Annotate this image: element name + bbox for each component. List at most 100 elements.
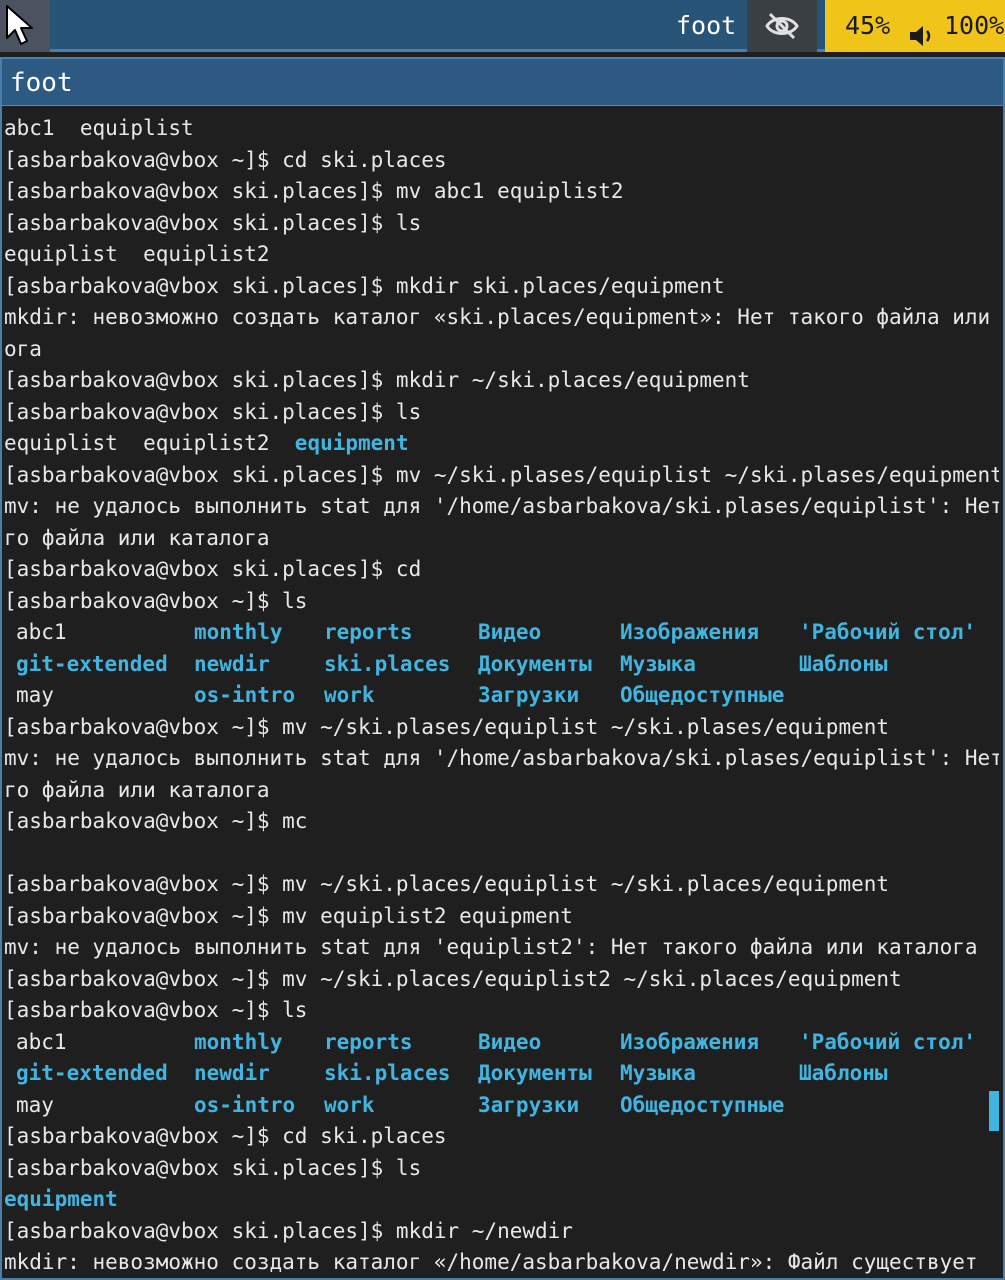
directory-entry: Общедоступные <box>620 1092 785 1117</box>
terminal-line: [asbarbakova@vbox ~]$ cd ski.places <box>4 145 999 177</box>
terminal-window[interactable]: foot abc1 equiplist [asbarbakova@vbox ~]$… <box>0 57 1005 1280</box>
directory-entry: Изображения <box>620 1029 760 1054</box>
terminal-text: [asbarbakova@vbox ski.places]$ ls <box>4 399 422 424</box>
terminal-line: [asbarbakova@vbox ski.places]$ ls <box>4 397 999 429</box>
terminal-text: [asbarbakova@vbox ~]$ ls <box>4 998 308 1022</box>
terminal-line: ога <box>4 334 999 366</box>
terminal-line: may os-intro work Загрузки Общедоступные <box>4 680 999 712</box>
directory-entry: equipment <box>294 431 409 455</box>
terminal-line: git-extended newdir ski.places Документы Муз… <box>4 649 999 681</box>
terminal-text: [asbarbakova@vbox ~]$ mv ~/ski.places/eq… <box>4 966 902 991</box>
terminal-text: ога <box>4 336 42 361</box>
terminal-text: [asbarbakova@vbox ski.places]$ mkdir ~/s… <box>4 368 750 392</box>
directory-entry: reports <box>324 1029 413 1054</box>
directory-entry: Музыка <box>620 651 696 676</box>
directory-entry: work <box>324 683 375 707</box>
directory-entry: work <box>324 1092 375 1117</box>
directory-entry: os-intro <box>194 1092 296 1117</box>
terminal-text: mkdir: невозможно создать каталог «ski.p… <box>4 305 999 329</box>
terminal-line: [asbarbakova@vbox ~]$ mv ~/ski.plases/eq… <box>4 712 999 744</box>
terminal-line: [asbarbakova@vbox ski.places]$ mkdir ~/n… <box>4 1216 999 1248</box>
terminal-text: mv: не удалось выполнить stat для 'equip… <box>4 935 978 959</box>
terminal-line: [asbarbakova@vbox ~]$ mv ~/ski.places/eq… <box>4 964 999 996</box>
terminal-line: го файла или каталога <box>4 775 999 807</box>
directory-entry: Изображения <box>620 620 760 644</box>
terminal-text: [asbarbakova@vbox ~]$ mv ~/ski.plases/eq… <box>4 714 890 739</box>
terminal-line: mkdir: невозможно создать каталог «ski.p… <box>4 302 999 334</box>
bar-window-title: foot <box>676 11 737 40</box>
top-status-bar: foot 45% 100% <box>0 0 1005 52</box>
volume-indicator: 100% <box>944 11 1005 40</box>
terminal-line: [asbarbakova@vbox ~]$ mv ~/ski.places/eq… <box>4 869 999 901</box>
directory-entry: git-extended <box>16 651 168 676</box>
terminal-text: mv: не удалось выполнить stat для '/home… <box>4 494 999 518</box>
terminal-text: [asbarbakova@vbox ski.places]$ ls <box>4 210 422 235</box>
directory-entry: os-intro <box>194 683 296 707</box>
directory-entry: Видео <box>478 620 542 644</box>
terminal-line: [asbarbakova@vbox ski.places]$ ls <box>4 1153 999 1185</box>
terminal-text: equiplist equiplist2 <box>4 431 295 455</box>
terminal-line: [asbarbakova@vbox ~]$ mc <box>4 806 999 838</box>
directory-entry: Документы <box>478 651 592 676</box>
directory-entry: newdir <box>194 651 270 676</box>
directory-entry: Видео <box>478 1029 542 1054</box>
terminal-text: abc1 equiplist <box>4 116 194 140</box>
terminal-line: [asbarbakova@vbox ski.places]$ ls <box>4 208 999 240</box>
terminal-text: mkdir: невозможно создать каталог «/home… <box>4 1250 978 1274</box>
terminal-text: [asbarbakova@vbox ~]$ cd ski.places <box>4 147 447 172</box>
terminal-line: [asbarbakova@vbox ~]$ ls <box>4 586 999 618</box>
terminal-line: [asbarbakova@vbox ~]$ mv equiplist2 equi… <box>4 901 999 933</box>
battery-indicator: 45% <box>845 11 891 40</box>
terminal-line: mv: не удалось выполнить stat для '/home… <box>4 743 999 775</box>
terminal-line: abc1 monthly reports Видео Изображения 'Рабоч… <box>4 1027 999 1059</box>
terminal-line: may os-intro work Загрузки Общедоступные <box>4 1090 999 1122</box>
terminal-line: [asbarbakova@vbox ski.places]$ mv abc1 e… <box>4 176 999 208</box>
terminal-text: [asbarbakova@vbox ski.places]$ mkdir ski… <box>4 273 725 298</box>
directory-entry: 'Рабочий стол' <box>799 1029 977 1054</box>
directory-entry: git-extended <box>16 1061 168 1085</box>
terminal-text: [asbarbakova@vbox ~]$ mv ~/ski.places/eq… <box>4 872 890 896</box>
terminal-text: [asbarbakova@vbox ski.places]$ mkdir ~/n… <box>4 1218 573 1243</box>
file-entry: abc1 <box>16 620 67 644</box>
terminal-output[interactable]: abc1 equiplist [asbarbakova@vbox ~]$ cd s… <box>4 111 999 1279</box>
terminal-text: equiplist equiplist2 <box>4 242 270 266</box>
file-entry: may <box>16 683 54 707</box>
terminal-text: mv: не удалось выполнить stat для '/home… <box>4 746 999 770</box>
terminal-line: mv: не удалось выполнить stat для '/home… <box>4 491 999 523</box>
directory-entry: monthly <box>194 620 283 644</box>
directory-entry: newdir <box>194 1061 270 1085</box>
cursor-icon <box>0 0 50 52</box>
terminal-line: equiplist equiplist2 equipment <box>4 428 999 460</box>
speaker-icon[interactable] <box>908 14 936 52</box>
terminal-text: [asbarbakova@vbox ski.places]$ cd <box>4 557 422 581</box>
terminal-line: mv: не удалось выполнить stat для 'equip… <box>4 932 999 964</box>
terminal-line: equipment <box>4 1184 999 1216</box>
window-titlebar[interactable]: foot <box>2 59 1003 106</box>
directory-entry: Музыка <box>620 1061 696 1085</box>
directory-entry: ski.places <box>324 1061 451 1085</box>
eye-slash-icon[interactable] <box>747 0 817 52</box>
terminal-text: го файла или каталога <box>4 777 270 802</box>
terminal-text: го файла или каталога <box>4 525 270 550</box>
terminal-text: [asbarbakova@vbox ~]$ mc <box>4 809 308 833</box>
directory-entry: Общедоступные <box>620 683 785 707</box>
directory-entry: Загрузки <box>478 1092 580 1117</box>
terminal-text: [asbarbakova@vbox ~]$ ls <box>4 588 308 613</box>
text-cursor <box>989 1091 999 1131</box>
terminal-line: го файла или каталога <box>4 523 999 555</box>
system-status: 45% 100% <box>825 0 1005 52</box>
file-entry: may <box>16 1092 54 1117</box>
window-title: foot <box>10 68 73 98</box>
directory-entry: ski.places <box>324 651 451 676</box>
terminal-line: equiplist equiplist2 <box>4 239 999 271</box>
terminal-line: [asbarbakova@vbox ski.places]$ mv ~/ski.… <box>4 460 999 492</box>
terminal-text: [asbarbakova@vbox ski.places]$ mv ~/ski.… <box>4 462 999 487</box>
terminal-line: [asbarbakova@vbox ski.places]$ cd <box>4 554 999 586</box>
terminal-line: [asbarbakova@vbox ~]$ cd ski.places <box>4 1121 999 1153</box>
terminal-text: [asbarbakova@vbox ski.places]$ ls <box>4 1155 422 1180</box>
directory-entry: equipment <box>4 1187 118 1211</box>
terminal-line: abc1 equiplist <box>4 113 999 145</box>
terminal-text: [asbarbakova@vbox ~]$ cd ski.places <box>4 1124 447 1148</box>
terminal-line: abc1 monthly reports Видео Изображения 'Рабоч… <box>4 617 999 649</box>
